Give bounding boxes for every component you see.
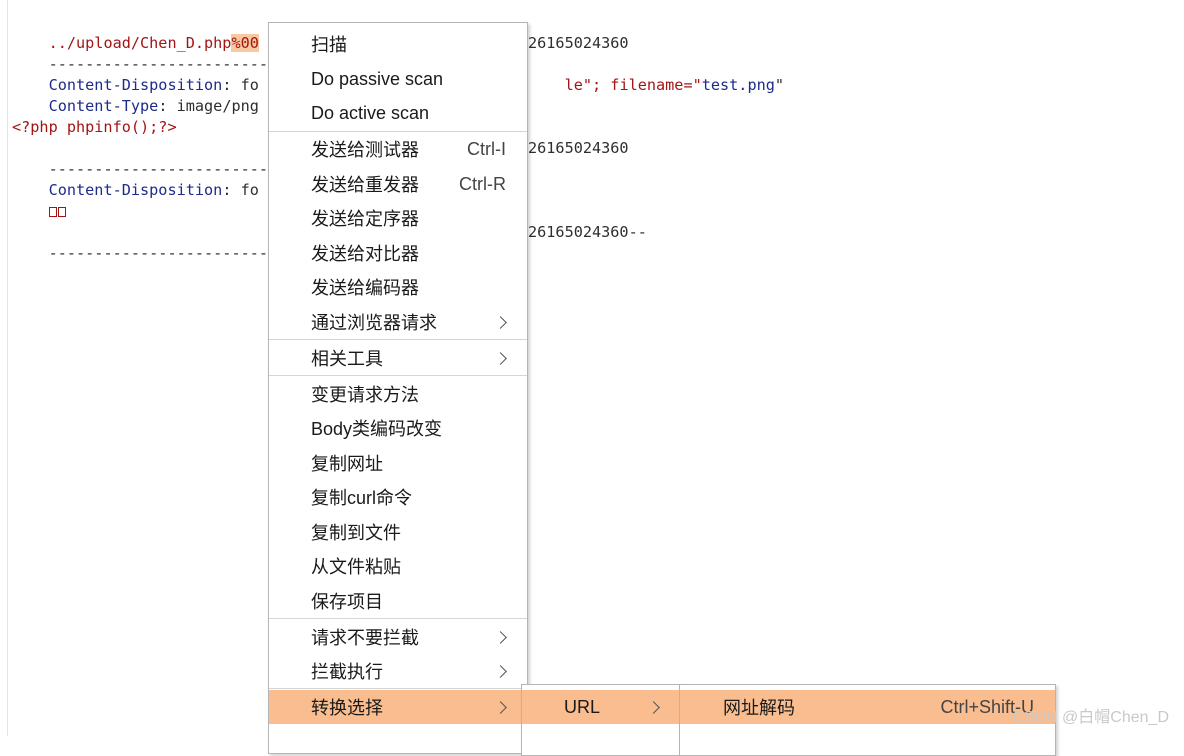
context-menu: 扫描 Do passive scan Do active scan 发送给测试器… — [268, 22, 528, 754]
chevron-right-icon — [494, 315, 507, 329]
menu-item-send-to-sequencer[interactable]: 发送给定序器 — [269, 201, 527, 235]
chevron-right-icon — [494, 700, 507, 714]
menu-item-dont-intercept[interactable]: 请求不要拦截 — [269, 620, 527, 654]
chevron-right-icon — [494, 664, 507, 678]
content-disposition-value: fo — [240, 181, 259, 199]
content-type-key: Content-Type — [48, 97, 159, 115]
menu-separator — [269, 375, 527, 376]
chevron-right-icon — [494, 630, 507, 644]
submenu-convert-selection: URL — [521, 684, 681, 756]
filename-value: test.png — [701, 76, 775, 94]
unprintable-char — [48, 207, 57, 217]
menu-item-save-item[interactable]: 保存项目 — [269, 584, 527, 618]
request-editor[interactable]: ../upload/Chen_D.php%00 ----------------… — [12, 12, 1182, 736]
chevron-right-icon — [494, 351, 507, 365]
menu-item-active-scan[interactable]: Do active scan — [269, 96, 527, 130]
menu-separator — [269, 688, 527, 689]
menu-separator — [269, 339, 527, 340]
boundary-dashes: --------------------------- — [48, 244, 296, 262]
menu-item-engagement-tools[interactable]: 相关工具 — [269, 341, 527, 375]
submenu-url: 网址解码 Ctrl+Shift-U — [679, 684, 1056, 756]
php-payload: <?php phpinfo();?> — [12, 118, 177, 136]
menu-item-convert-selection[interactable]: 转换选择 — [269, 690, 527, 724]
filename-quote: " — [774, 76, 785, 94]
editor-left-border — [7, 0, 8, 736]
shortcut-label: Ctrl-R — [459, 173, 506, 194]
submenu-item-url[interactable]: URL — [522, 690, 680, 724]
submenu-item-url-decode[interactable]: 网址解码 Ctrl+Shift-U — [680, 690, 1055, 724]
csdn-watermark: CSDN @白帽Chen_D — [1012, 709, 1169, 726]
unprintable-char — [57, 207, 66, 217]
shortcut-label: Ctrl-I — [467, 138, 506, 159]
menu-item-send-to-decoder[interactable]: 发送给编码器 — [269, 270, 527, 304]
menu-item-change-method[interactable]: 变更请求方法 — [269, 377, 527, 411]
menu-separator — [269, 618, 527, 619]
menu-item-request-in-browser[interactable]: 通过浏览器请求 — [269, 305, 527, 339]
menu-item-copy-to-file[interactable]: 复制到文件 — [269, 515, 527, 549]
boundary-3-tail: 26165024360-- — [528, 223, 647, 241]
menu-item-copy-url[interactable]: 复制网址 — [269, 446, 527, 480]
menu-item-send-to-intruder[interactable]: 发送给测试器 Ctrl-I — [269, 132, 527, 166]
code-line-boundary-3: --------------------------- — [12, 222, 296, 285]
menu-item-copy-curl[interactable]: 复制curl命令 — [269, 480, 527, 514]
chevron-right-icon — [647, 700, 660, 714]
boundary-2-tail: 26165024360 — [528, 139, 629, 157]
content-disposition-key: Content-Disposition — [48, 181, 223, 199]
menu-item-send-to-repeater[interactable]: 发送给重发器 Ctrl-R — [269, 167, 527, 201]
filename-attr: le"; filename=" — [564, 76, 702, 94]
menu-item-paste-from-file[interactable]: 从文件粘贴 — [269, 549, 527, 583]
content-disposition-tail: le"; filename="test.png" — [528, 54, 784, 117]
menu-item-send-to-comparer[interactable]: 发送给对比器 — [269, 236, 527, 270]
content-type-value: image/png — [176, 97, 259, 115]
menu-item-change-body-encoding[interactable]: Body类编码改变 — [269, 411, 527, 445]
boundary-1-tail: 26165024360 — [528, 34, 629, 52]
menu-item-scan[interactable]: 扫描 — [269, 27, 527, 61]
menu-item-passive-scan[interactable]: Do passive scan — [269, 62, 527, 96]
menu-item-do-intercept[interactable]: 拦截执行 — [269, 654, 527, 688]
